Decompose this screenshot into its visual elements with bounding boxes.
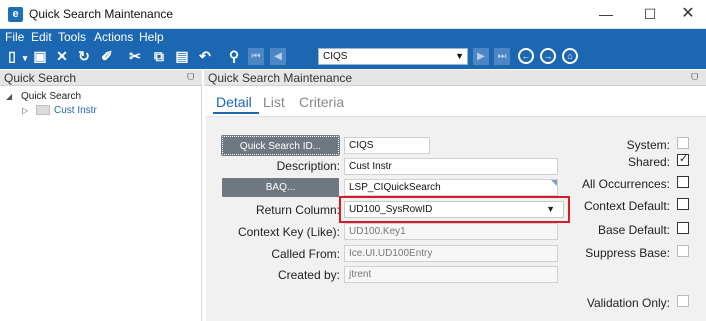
menu-bar: File Edit Tools Actions Help xyxy=(0,29,706,45)
clear-icon[interactable]: ✐ xyxy=(98,47,116,65)
menu-help[interactable]: Help xyxy=(139,30,164,44)
called-from-label: Called From: xyxy=(271,247,340,261)
search-icon[interactable]: ⚲ xyxy=(225,47,243,65)
tab-criteria[interactable]: Criteria xyxy=(299,94,344,110)
tree-collapsed-icon[interactable]: ▷ xyxy=(22,106,28,115)
context-default-label: Context Default: xyxy=(583,199,670,213)
active-tab-underline xyxy=(213,112,259,114)
undo-icon[interactable]: ↶ xyxy=(196,47,214,65)
context-default-checkbox[interactable] xyxy=(677,198,689,210)
context-key-field[interactable]: UD100.Key1 xyxy=(344,223,558,240)
quick-search-id-field[interactable]: CIQS xyxy=(344,137,430,154)
record-selector[interactable]: CIQS ▼ xyxy=(318,48,468,65)
tab-bar: Detail List Criteria xyxy=(204,86,706,112)
chevron-down-icon[interactable]: ▼ xyxy=(455,49,464,64)
delete-icon[interactable]: ✕ xyxy=(53,47,71,65)
highlight-box xyxy=(339,196,570,223)
back-icon[interactable]: ← xyxy=(518,48,534,64)
menu-actions[interactable]: Actions xyxy=(94,30,133,44)
dropdown-corner-icon xyxy=(551,180,557,186)
copy-icon[interactable]: ⧉ xyxy=(150,47,168,65)
called-from-field[interactable]: Ice.UI.UD100Entry xyxy=(344,245,558,262)
base-default-label: Base Default: xyxy=(597,223,670,237)
tab-list[interactable]: List xyxy=(263,94,285,110)
shared-checkbox[interactable]: ✓ xyxy=(677,153,689,166)
folder-icon xyxy=(36,105,50,115)
base-default-checkbox[interactable] xyxy=(677,222,689,234)
left-panel-header: Quick Search ᗜ xyxy=(0,70,202,86)
paste-icon[interactable]: ▤ xyxy=(173,47,191,65)
context-key-label: Context Key (Like): xyxy=(237,225,340,239)
next-record-icon[interactable]: ▶ xyxy=(473,48,489,65)
pin-icon[interactable]: ᗜ xyxy=(187,72,194,83)
left-panel: Quick Search ᗜ ◢ Quick Search ▷ Cust Ins… xyxy=(0,70,202,321)
save-icon[interactable]: ▣ xyxy=(31,47,49,65)
baq-field-value: LSP_CIQuickSearch xyxy=(349,182,441,193)
tab-detail[interactable]: Detail xyxy=(216,94,252,110)
all-occurrences-checkbox[interactable] xyxy=(677,176,689,188)
tree-expanded-icon[interactable]: ◢ xyxy=(6,92,12,101)
shared-label: Shared: xyxy=(627,155,670,169)
description-label: Description: xyxy=(276,159,340,173)
previous-record-icon[interactable]: ◀ xyxy=(270,48,286,65)
right-panel-header: Quick Search Maintenance ᗜ xyxy=(204,70,706,86)
refresh-icon[interactable]: ↻ xyxy=(75,47,93,65)
menu-file[interactable]: File xyxy=(5,30,24,44)
check-mark-icon: ✓ xyxy=(679,153,689,165)
menu-edit[interactable]: Edit xyxy=(31,30,52,44)
pin-icon[interactable]: ᗜ xyxy=(691,72,698,83)
suppress-base-label: Suppress Base: xyxy=(585,246,670,260)
title-bar: e Quick Search Maintenance — ☐ ✕ xyxy=(0,0,706,29)
last-record-icon[interactable]: ⏭ xyxy=(494,48,510,65)
window-title: Quick Search Maintenance xyxy=(29,7,174,21)
maximize-button[interactable]: ☐ xyxy=(630,3,670,25)
home-icon[interactable]: ⌂ xyxy=(562,48,578,64)
first-record-icon[interactable]: ⏮ xyxy=(248,48,264,65)
validation-only-label: Validation Only: xyxy=(586,296,670,310)
suppress-base-checkbox xyxy=(677,245,689,257)
menu-tools[interactable]: Tools xyxy=(58,30,86,44)
right-panel-title: Quick Search Maintenance xyxy=(208,71,353,85)
record-selector-value: CIQS xyxy=(323,51,348,62)
system-label: System: xyxy=(626,138,670,152)
validation-only-checkbox xyxy=(677,295,689,307)
quick-search-id-button[interactable]: Quick Search ID... xyxy=(221,135,340,156)
baq-field[interactable]: LSP_CIQuickSearch xyxy=(344,179,558,196)
forward-icon[interactable]: → xyxy=(540,48,556,64)
cut-icon[interactable]: ✂ xyxy=(126,47,144,65)
baq-button[interactable]: BAQ... xyxy=(222,178,339,197)
description-field[interactable]: Cust Instr xyxy=(344,158,558,175)
return-column-label: Return Column: xyxy=(255,203,340,217)
app-icon: e xyxy=(8,7,23,22)
tree-root-label[interactable]: Quick Search xyxy=(21,91,81,102)
toolbar: ▯ ▾ ▣ ✕ ↻ ✐ ✂ ⧉ ▤ ↶ ⚲ ⏮ ◀ CIQS ▼ ▶ ⏭ ← →… xyxy=(0,45,706,69)
tree-child-label[interactable]: Cust Instr xyxy=(54,105,97,116)
left-panel-title: Quick Search xyxy=(4,71,77,85)
system-checkbox xyxy=(677,137,689,149)
minimize-button[interactable]: — xyxy=(586,3,626,25)
created-by-field: jtrent xyxy=(344,266,558,283)
close-button[interactable]: ✕ xyxy=(668,3,706,25)
created-by-label: Created by: xyxy=(277,268,340,282)
all-occurrences-label: All Occurrences: xyxy=(581,177,670,191)
